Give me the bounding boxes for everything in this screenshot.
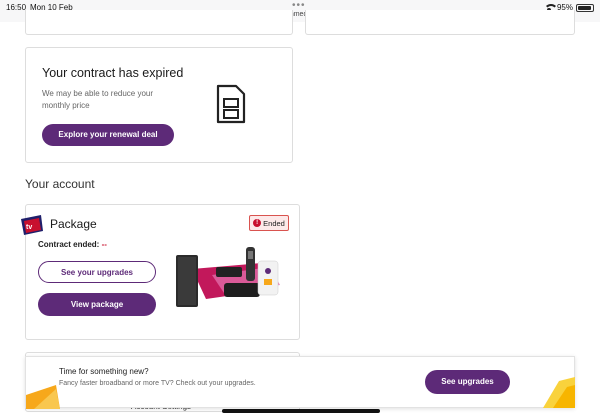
contract-title: Your contract has expired [42,66,184,80]
more-options-icon[interactable]: ••• [292,0,306,11]
ended-status-badge: ! Ended [249,215,289,231]
decorative-shape-right [543,377,575,408]
battery-icon [576,3,594,12]
view-package-button[interactable]: View package [38,293,156,316]
devices-product-image [176,247,280,307]
your-account-heading: Your account [25,177,95,191]
package-card: tv Package ! Ended Contract ended: -- Se… [21,204,300,340]
ended-badge-label: Ended [263,218,285,228]
decorative-shape-left [26,385,60,409]
contract-ended-label: Contract ended: [38,240,100,249]
banner-title: Time for something new? [59,367,149,376]
previous-card-right [305,10,575,35]
home-indicator[interactable] [222,409,380,413]
contract-ended-value: -- [101,240,107,249]
upgrade-banner: Time for something new? Fancy faster bro… [25,356,575,409]
contract-expired-card: Your contract has expired We may be able… [25,47,293,163]
contract-ended-row: Contract ended: -- [38,240,107,249]
document-icon [216,84,246,124]
banner-text: Fancy faster broadband or more TV? Check… [59,380,256,387]
contract-description: We may be able to reduce your monthly pr… [42,89,154,110]
previous-card-left [25,10,293,35]
alert-icon: ! [253,219,262,227]
battery-fill [578,5,592,10]
see-your-upgrades-button[interactable]: See your upgrades [38,261,156,283]
status-time: 16:50 [6,3,27,12]
explore-renewal-button[interactable]: Explore your renewal deal [42,124,174,146]
package-logo-icon: tv [21,215,43,235]
svg-text:tv: tv [26,224,32,231]
package-title: Package [50,217,97,231]
see-upgrades-button[interactable]: See upgrades [425,370,510,394]
